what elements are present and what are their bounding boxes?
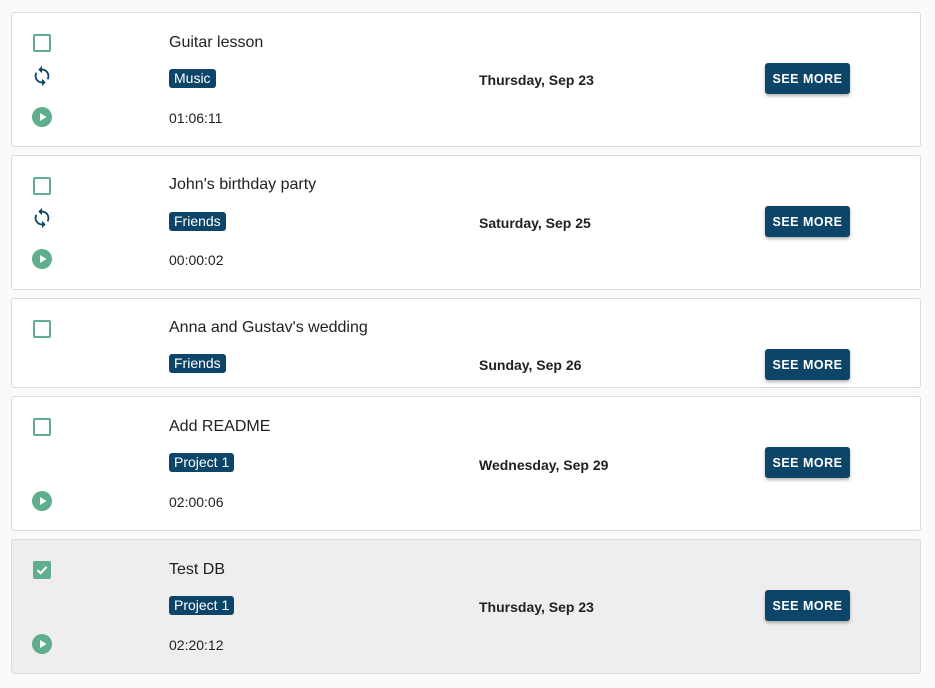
task-date: Thursday, Sep 23 (479, 72, 594, 88)
task-title: Add README (169, 418, 271, 435)
task-tag: Music (169, 69, 216, 88)
task-date: Sunday, Sep 26 (479, 357, 582, 373)
play-icon[interactable] (32, 107, 52, 127)
checkmark-icon (36, 566, 48, 575)
task-checkbox[interactable] (33, 418, 51, 436)
task-checkbox[interactable] (33, 320, 51, 338)
task-timer: 00:00:02 (169, 252, 224, 268)
task-timer: 02:00:06 (169, 494, 224, 510)
see-more-button[interactable]: SEE MORE (765, 63, 850, 94)
task-checkbox[interactable] (33, 177, 51, 195)
task-card: Anna and Gustav's wedding Friends Sunday… (11, 298, 921, 388)
see-more-button[interactable]: SEE MORE (765, 206, 850, 237)
task-tag: Friends (169, 212, 226, 231)
task-timer: 01:06:11 (169, 110, 223, 126)
task-title: Guitar lesson (169, 34, 264, 51)
play-icon[interactable] (32, 491, 52, 511)
play-icon[interactable] (32, 634, 52, 654)
see-more-button[interactable]: SEE MORE (765, 349, 850, 380)
task-checkbox[interactable] (33, 34, 51, 52)
task-timer: 02:20:12 (169, 637, 224, 653)
task-checkbox-checked[interactable] (33, 561, 51, 579)
task-tag: Project 1 (169, 596, 235, 615)
task-tag: Project 1 (169, 453, 235, 472)
task-title: Anna and Gustav's wedding (169, 319, 368, 336)
task-list: Guitar lesson Music 01:06:11 Thursday, S… (0, 0, 935, 688)
repeat-icon (34, 65, 50, 87)
task-title: Test DB (169, 561, 226, 578)
task-date: Saturday, Sep 25 (479, 215, 591, 231)
task-card: Add README Project 1 02:00:06 Wednesday,… (11, 396, 921, 531)
see-more-button[interactable]: SEE MORE (765, 447, 850, 478)
task-card-completed: Test DB Project 1 02:20:12 Thursday, Sep… (11, 539, 921, 674)
repeat-icon (34, 207, 50, 229)
task-card: Guitar lesson Music 01:06:11 Thursday, S… (11, 12, 921, 147)
see-more-button[interactable]: SEE MORE (765, 590, 850, 621)
task-tag: Friends (169, 354, 226, 373)
task-date: Wednesday, Sep 29 (479, 457, 609, 473)
task-card: John's birthday party Friends 00:00:02 S… (11, 155, 921, 290)
task-date: Thursday, Sep 23 (479, 599, 594, 615)
task-title: John's birthday party (169, 176, 317, 193)
play-icon[interactable] (32, 249, 52, 269)
